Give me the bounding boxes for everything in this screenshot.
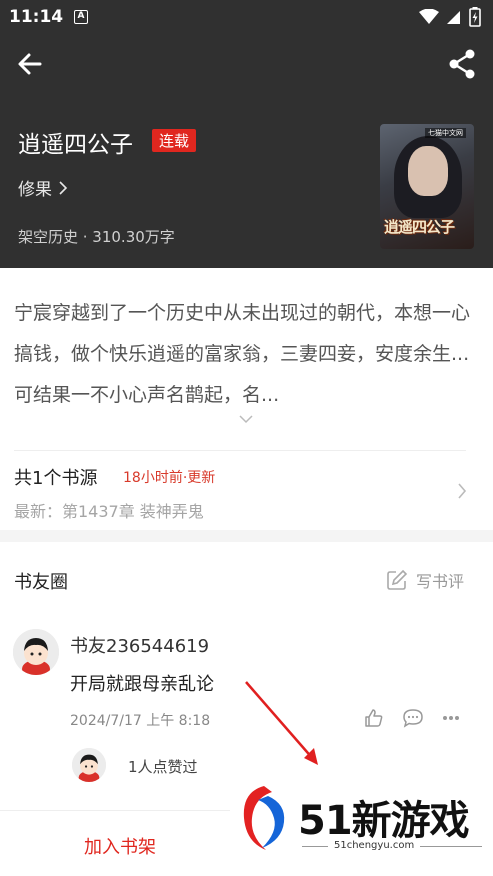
write-review-label: 写书评 [416, 572, 465, 591]
chevron-right-icon [59, 180, 68, 195]
write-review-button[interactable]: 写书评 [386, 568, 464, 592]
red-arrow-annotation [245, 681, 318, 765]
author-name: 修果 [18, 180, 52, 200]
source-updated: 18小时前·更新 [123, 470, 216, 486]
comment-actions [364, 708, 460, 728]
edit-icon [387, 569, 408, 590]
comment-date: 2024/7/17 上午 8:18 [70, 713, 211, 729]
section-title: 书友圈 [14, 572, 68, 593]
signal-icon [447, 11, 460, 24]
share-icon[interactable] [447, 48, 477, 80]
latest-chapter: 最新：第1437章 装神弄鬼 [14, 502, 204, 521]
book-cover[interactable]: 七猫中文网 逍遥四公子 [380, 124, 474, 249]
notification-icon: A [74, 10, 88, 24]
watermark-logo-icon [243, 786, 285, 850]
chevron-right-icon [458, 483, 467, 499]
cover-face [408, 146, 448, 196]
book-meta: 架空历史 · 310.30万字 [18, 228, 175, 246]
comment-user-name[interactable]: 书友236544619 [70, 632, 209, 658]
watermark-url: 51chengyu.com [328, 840, 421, 851]
back-arrow-icon[interactable] [14, 48, 46, 80]
book-title: 逍遥四公子 [18, 132, 133, 158]
thumbs-up-icon[interactable] [364, 708, 384, 728]
chevron-down-icon[interactable] [238, 413, 254, 425]
liked-count[interactable]: 1人点赞过 [128, 756, 198, 777]
avatar[interactable] [13, 629, 59, 675]
book-source-row[interactable]: 共1个书源 18小时前·更新 最新：第1437章 装神弄鬼 [0, 452, 493, 530]
comment-text[interactable]: 开局就跟母亲乱论 [70, 670, 214, 696]
cover-title: 逍遥四公子 [384, 218, 455, 236]
wifi-icon [419, 9, 439, 24]
book-header: 逍遥四公子 连载 修果 架空历史 · 310.30万字 七猫中文网 逍遥四公子 [0, 34, 493, 268]
liker-avatar[interactable] [72, 748, 106, 782]
status-time: 11:14 [9, 7, 64, 27]
status-icons [419, 7, 481, 27]
section-divider [0, 530, 493, 542]
watermark-brand: 51新游戏 [298, 798, 470, 844]
battery-icon [469, 7, 481, 27]
author-link[interactable]: 修果 [18, 175, 68, 200]
status-badge: 连载 [152, 129, 197, 152]
add-to-shelf-button[interactable]: 加入书架 [84, 833, 156, 859]
comment-icon[interactable] [402, 708, 424, 728]
more-icon[interactable] [442, 715, 460, 721]
divider [14, 450, 466, 451]
book-description: 宁宸穿越到了一个历史中从未出现过的朝代，本想一心搞钱，做个快乐逍遥的富家翁，三妻… [14, 302, 471, 406]
watermark: 51新游戏 51chengyu.com [230, 770, 493, 876]
status-bar: 11:14 A [0, 0, 493, 34]
source-count: 共1个书源 [14, 468, 98, 489]
cover-logo: 七猫中文网 [425, 128, 466, 138]
